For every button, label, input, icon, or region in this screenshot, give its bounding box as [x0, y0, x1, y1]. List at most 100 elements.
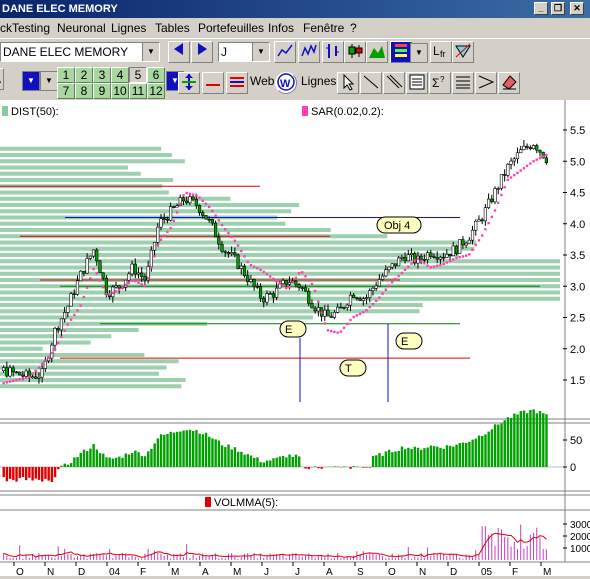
oscillator-bar	[369, 467, 371, 468]
stock-select[interactable]: DANE ELEC MEMORY ▼	[0, 42, 160, 62]
chart-area[interactable]: DIST(50): SAR(0.02,0.2): VOLMMA(5): Obj …	[0, 100, 590, 576]
oscillator-bar	[237, 452, 239, 467]
chevron-down-icon[interactable]: ▼	[142, 43, 159, 61]
trendline-icon[interactable]	[360, 72, 382, 94]
volume-profile-bar	[0, 159, 185, 163]
web-label[interactable]: Web	[250, 74, 274, 88]
fibonacci-icon[interactable]: Σ?	[429, 72, 451, 94]
eraser-icon[interactable]	[498, 72, 520, 94]
number-button-4[interactable]: 4	[111, 67, 129, 83]
chart-style-icon[interactable]	[452, 41, 474, 63]
number-button-3[interactable]: 3	[93, 67, 111, 83]
sar-dot	[128, 282, 130, 284]
line-chart-icon[interactable]	[274, 41, 296, 63]
price-axis-label: 5.0	[570, 156, 585, 168]
cursor-icon[interactable]	[337, 72, 359, 94]
channel-lines-icon[interactable]	[452, 72, 474, 94]
oscillator-bar	[449, 446, 451, 467]
sar-dot	[507, 179, 509, 181]
font-settings-icon[interactable]: Lfr	[430, 41, 452, 63]
candle-body	[503, 174, 506, 175]
oscillator-bar	[198, 434, 200, 467]
candle-body	[205, 215, 208, 219]
menu-tables[interactable]: Tables	[155, 21, 190, 35]
candle-body	[99, 261, 102, 273]
menu-portefeuilles[interactable]: Portefeuilles	[198, 21, 264, 35]
candle-body	[359, 299, 362, 301]
number-button-7[interactable]: 7	[57, 83, 75, 99]
oscillator-bar	[182, 431, 184, 467]
restore-button[interactable]: ❐	[551, 2, 565, 15]
number-button-2[interactable]: 2	[75, 67, 93, 83]
parallel-lines-icon[interactable]	[383, 72, 405, 94]
volume-profile-bar	[0, 153, 172, 157]
candle-body	[237, 255, 240, 269]
candlestick-icon[interactable]	[344, 41, 366, 63]
candle-body	[163, 219, 166, 220]
chevron-down-icon[interactable]: ▼	[40, 71, 58, 91]
period-select[interactable]: J ▼	[218, 42, 270, 62]
candle-body	[256, 286, 259, 287]
oscillator-bar	[256, 457, 258, 467]
sar-dot	[131, 279, 133, 281]
vertical-scale-icon[interactable]	[178, 72, 200, 94]
oscillator-bar	[157, 438, 159, 467]
e-annotation-1[interactable]: E	[280, 321, 306, 337]
scale-a-icon[interactable]: A	[0, 68, 4, 90]
minimize-button[interactable]: _	[534, 2, 548, 15]
angle-icon[interactable]	[475, 72, 497, 94]
obj-annotation[interactable]: Obj 4	[377, 217, 421, 233]
menu-infos[interactable]: Infos	[268, 21, 294, 35]
title-bar: DANE ELEC MEMORY _ ❐ ✕	[0, 0, 590, 18]
e-annotation-2[interactable]: E	[396, 333, 422, 349]
number-button-12[interactable]: 12	[147, 83, 165, 99]
number-button-5[interactable]: 5	[129, 67, 147, 83]
text-note-icon[interactable]	[406, 72, 428, 94]
menu-fenetre[interactable]: Fenêtre	[303, 21, 344, 35]
indicator-list-icon[interactable]	[390, 41, 412, 63]
time-axis-label: M	[233, 567, 241, 576]
candle-body	[224, 252, 227, 253]
candle-body	[381, 276, 384, 280]
candle-body	[269, 294, 272, 295]
chevron-down-icon[interactable]: ▼	[252, 43, 269, 61]
horizontal-line-icon[interactable]	[202, 72, 224, 94]
sar-dot	[330, 330, 332, 332]
number-button-11[interactable]: 11	[129, 83, 147, 99]
chevron-down-icon[interactable]: ▼	[410, 43, 428, 63]
menu-help[interactable]: ?	[350, 21, 357, 35]
multi-line-icon[interactable]	[226, 72, 248, 94]
sar-dot	[57, 342, 59, 344]
oscillator-bar	[227, 445, 229, 467]
number-button-10[interactable]: 10	[111, 83, 129, 99]
sar-legend-swatch	[302, 106, 308, 116]
web-globe-icon[interactable]: W	[275, 72, 297, 94]
volume-profile-bar	[0, 303, 423, 307]
t-annotation[interactable]: T	[340, 360, 366, 376]
sar-dot	[221, 224, 223, 226]
menu-neuronal[interactable]: Neuronal	[57, 21, 106, 35]
candle-body	[385, 270, 388, 276]
sar-dot	[73, 314, 75, 316]
chart-canvas[interactable]: DIST(50): SAR(0.02,0.2): VOLMMA(5): Obj …	[0, 100, 590, 576]
oscillator-bar	[6, 467, 8, 481]
next-arrow-icon[interactable]	[191, 41, 213, 63]
oscillator-bar	[529, 410, 531, 467]
sar-dot	[240, 250, 242, 252]
number-button-6[interactable]: 6	[147, 67, 165, 83]
number-button-1[interactable]: 1	[57, 67, 75, 83]
chevron-down-icon[interactable]: ▼	[22, 71, 40, 91]
candle-body	[352, 295, 355, 298]
bar-ohlc-icon[interactable]	[322, 41, 344, 63]
number-button-8[interactable]: 8	[75, 83, 93, 99]
menu-backtesting[interactable]: ckTesting	[0, 21, 50, 35]
close-button[interactable]: ✕	[570, 2, 584, 15]
previous-arrow-icon[interactable]	[168, 41, 190, 63]
menu-lignes[interactable]: Lignes	[111, 21, 146, 35]
number-button-9[interactable]: 9	[93, 83, 111, 99]
candle-body	[208, 219, 211, 220]
candle-body	[429, 253, 432, 257]
oscillator-bar	[144, 456, 146, 467]
zigzag-chart-icon[interactable]	[298, 41, 320, 63]
mountain-chart-icon[interactable]	[366, 41, 388, 63]
